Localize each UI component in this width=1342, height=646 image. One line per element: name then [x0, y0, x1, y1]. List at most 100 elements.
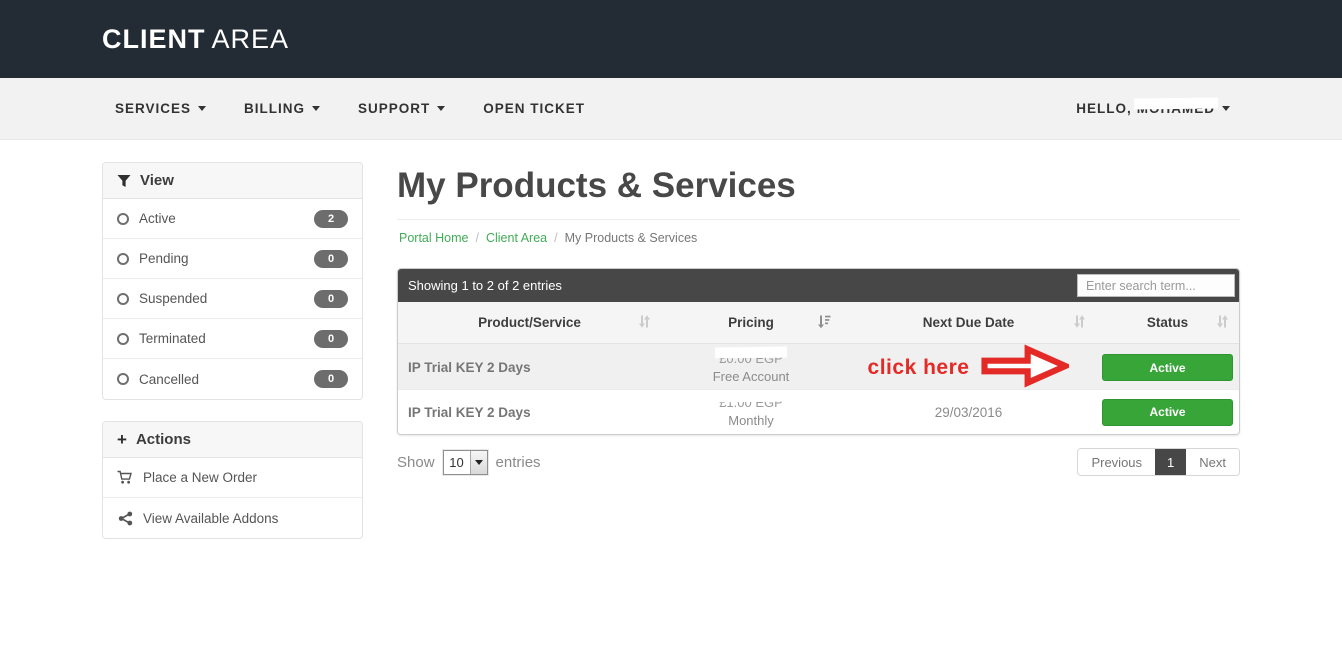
- sort-icon: [638, 314, 651, 331]
- annotation-text: click here: [868, 356, 970, 380]
- sidebar-item-label: Active: [139, 211, 176, 226]
- sidebar: View Active 2 Pending 0 Suspended 0 Term…: [102, 162, 363, 560]
- logo-bold-text: CLIENT: [102, 24, 206, 54]
- sidebar-item-suspended[interactable]: Suspended 0: [103, 279, 362, 319]
- filter-funnel-icon: [117, 174, 131, 188]
- table-row[interactable]: IP Trial KEY 2 Days £0.00 EGP Free Accou…: [398, 344, 1239, 389]
- sidebar-item-label: Pending: [139, 251, 189, 266]
- chevron-down-icon: [312, 106, 320, 111]
- click-here-annotation: click here: [868, 344, 1070, 391]
- sort-icon: [1216, 314, 1229, 331]
- annotation-arrow-right-icon: [981, 344, 1069, 391]
- username-redacted: MOHAMED: [1137, 101, 1215, 116]
- circle-icon: [117, 213, 129, 225]
- chevron-down-icon: [475, 460, 483, 465]
- count-badge: 0: [314, 290, 348, 308]
- count-badge: 0: [314, 370, 348, 388]
- count-badge: 0: [314, 250, 348, 268]
- show-label: Show: [397, 454, 435, 471]
- menu-item-support[interactable]: SUPPORT: [358, 101, 445, 116]
- sidebar-item-view-available-addons[interactable]: View Available Addons: [103, 498, 362, 538]
- greeting-text: HELLO,: [1076, 101, 1132, 116]
- user-account-menu[interactable]: HELLO, MOHAMED: [1076, 101, 1230, 116]
- status-cell: Active: [1096, 390, 1239, 434]
- services-table: Showing 1 to 2 of 2 entries Product/Serv…: [397, 268, 1240, 435]
- status-active-button[interactable]: Active: [1102, 354, 1233, 381]
- circle-icon: [117, 253, 129, 265]
- sidebar-item-label: Cancelled: [139, 372, 199, 387]
- price-redacted: £1.00 EGP: [719, 394, 783, 412]
- page-size-control: Show 10 entries: [397, 450, 541, 475]
- pagination-next-button[interactable]: Next: [1186, 449, 1239, 475]
- breadcrumb-client-area[interactable]: Client Area: [486, 231, 547, 245]
- menu-items: SERVICES BILLING SUPPORT OPEN TICKET: [115, 101, 623, 116]
- menu-item-services[interactable]: SERVICES: [115, 101, 206, 116]
- table-footer: Show 10 entries Previous 1 Next: [397, 448, 1240, 476]
- menu-item-label: SERVICES: [115, 101, 191, 116]
- breadcrumb-separator: /: [468, 231, 485, 245]
- actions-panel-title: Actions: [136, 431, 191, 448]
- breadcrumb-portal-home[interactable]: Portal Home: [399, 231, 468, 245]
- sort-active-icon: [817, 314, 831, 331]
- menu-item-label: SUPPORT: [358, 101, 430, 116]
- sort-icon: [1073, 314, 1086, 331]
- menu-item-billing[interactable]: BILLING: [244, 101, 320, 116]
- client-area-logo[interactable]: CLIENTAREA: [102, 24, 289, 55]
- menu-bar: SERVICES BILLING SUPPORT OPEN TICKET HEL…: [0, 78, 1342, 140]
- breadcrumb-current: My Products & Services: [565, 231, 698, 245]
- column-header-status[interactable]: Status: [1096, 302, 1239, 343]
- search-input[interactable]: [1077, 274, 1235, 297]
- sidebar-item-pending[interactable]: Pending 0: [103, 239, 362, 279]
- billing-cycle: Monthly: [728, 412, 774, 430]
- status-active-button[interactable]: Active: [1102, 399, 1233, 426]
- entries-summary: Showing 1 to 2 of 2 entries: [408, 278, 562, 293]
- sidebar-item-place-new-order[interactable]: Place a New Order: [103, 458, 362, 498]
- column-header-pricing[interactable]: Pricing: [661, 302, 841, 343]
- chevron-down-icon: [437, 106, 445, 111]
- redaction-scribble: [715, 391, 787, 403]
- circle-icon: [117, 293, 129, 305]
- circle-icon: [117, 333, 129, 345]
- logo-light-text: AREA: [212, 24, 290, 54]
- pagination-current-page[interactable]: 1: [1155, 449, 1186, 475]
- sidebar-item-label: Place a New Order: [143, 470, 257, 485]
- breadcrumb-separator: /: [547, 231, 564, 245]
- view-panel-title: View: [140, 172, 174, 189]
- column-header-next-due-date[interactable]: Next Due Date: [841, 302, 1096, 343]
- sidebar-item-label: Suspended: [139, 291, 207, 306]
- addons-nodes-icon: [117, 511, 133, 526]
- sidebar-item-terminated[interactable]: Terminated 0: [103, 319, 362, 359]
- status-cell: Active: [1096, 344, 1239, 391]
- select-dropdown-button[interactable]: [470, 451, 487, 474]
- product-name-cell: IP Trial KEY 2 Days: [398, 390, 661, 434]
- pagination: Previous 1 Next: [1077, 448, 1240, 476]
- divider: [397, 219, 1240, 220]
- price-redacted: £0.00 EGP: [719, 350, 783, 368]
- sidebar-item-label: Terminated: [139, 331, 206, 346]
- page-title: My Products & Services: [397, 166, 1240, 206]
- page-size-select[interactable]: 10: [443, 450, 488, 475]
- menu-item-label: BILLING: [244, 101, 305, 116]
- billing-cycle: Free Account: [713, 368, 790, 386]
- chevron-down-icon: [198, 106, 206, 111]
- redaction-scribble: [715, 347, 787, 359]
- product-name-cell: IP Trial KEY 2 Days: [398, 344, 661, 391]
- table-row[interactable]: IP Trial KEY 2 Days £1.00 EGP Monthly 29…: [398, 389, 1239, 434]
- shopping-cart-icon: [117, 470, 133, 485]
- page-content: View Active 2 Pending 0 Suspended 0 Term…: [0, 140, 1342, 560]
- main-content: My Products & Services Portal Home / Cli…: [397, 140, 1240, 560]
- actions-panel-header: + Actions: [103, 422, 362, 458]
- sidebar-item-cancelled[interactable]: Cancelled 0: [103, 359, 362, 399]
- pagination-previous-button[interactable]: Previous: [1078, 449, 1155, 475]
- menu-item-open-ticket[interactable]: OPEN TICKET: [483, 101, 585, 116]
- top-navbar: CLIENTAREA: [0, 0, 1342, 78]
- entries-label: entries: [496, 454, 541, 471]
- plus-icon: +: [117, 431, 127, 448]
- column-header-product-service[interactable]: Product/Service: [398, 302, 661, 343]
- count-badge: 0: [314, 330, 348, 348]
- sidebar-item-label: View Available Addons: [143, 511, 278, 526]
- redaction-scribble: [1134, 98, 1218, 110]
- sidebar-item-active[interactable]: Active 2: [103, 199, 362, 239]
- menu-item-label: OPEN TICKET: [483, 101, 585, 116]
- actions-panel: + Actions Place a New Order: [102, 421, 363, 539]
